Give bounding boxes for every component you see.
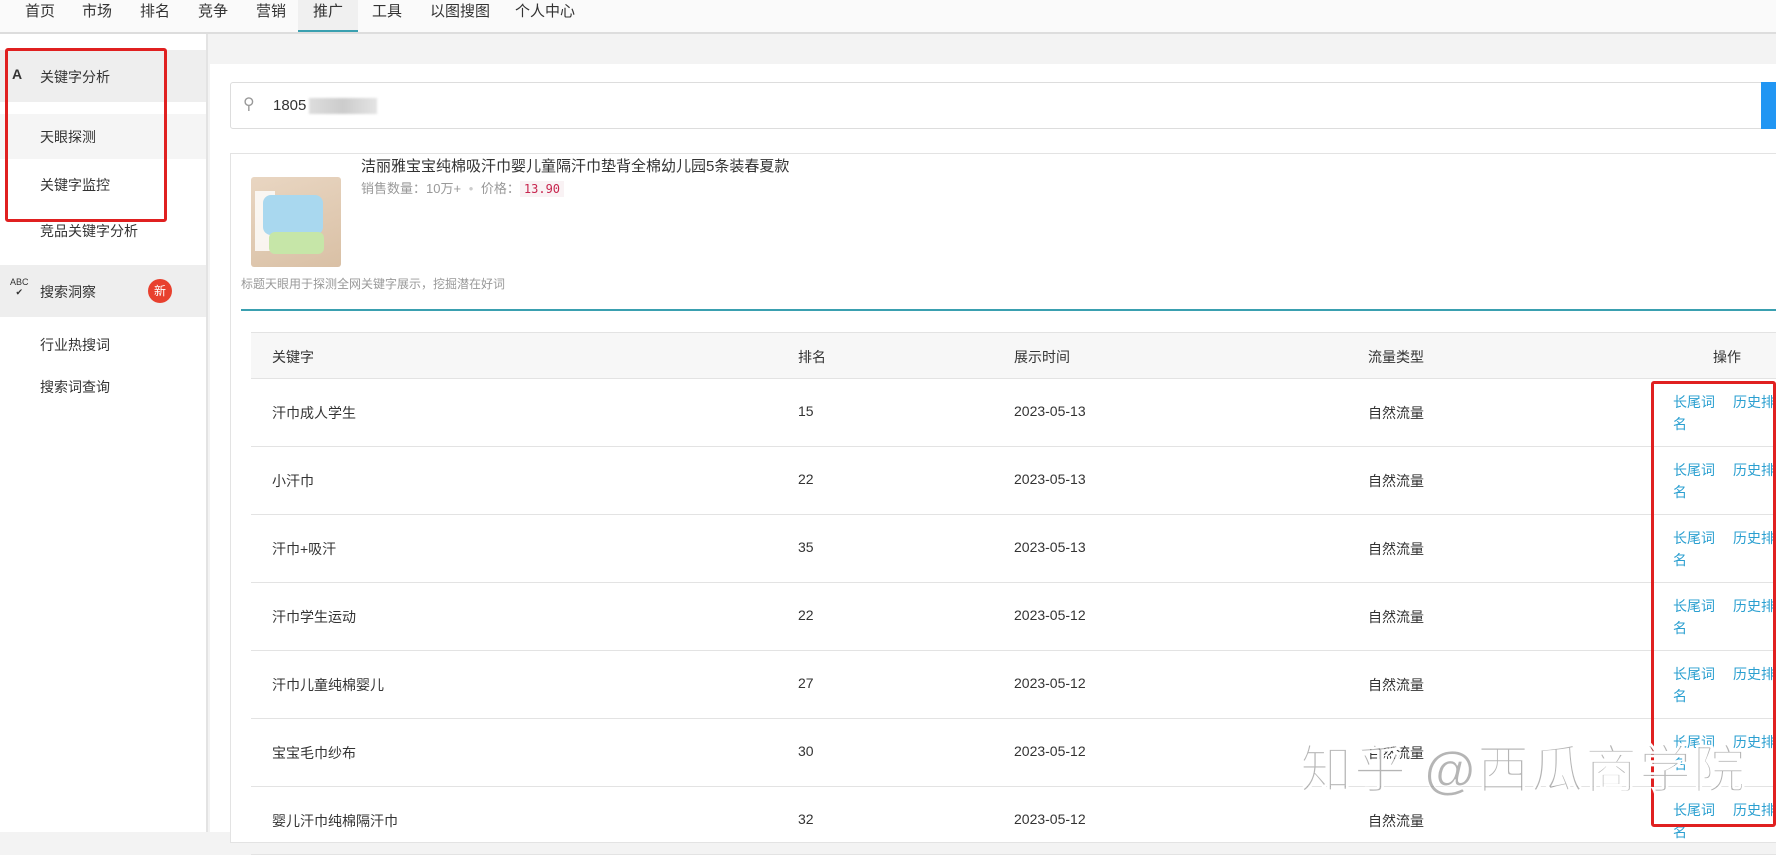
cell-type: 自然流量: [1368, 813, 1424, 829]
sidebar-group-search-insight[interactable]: ABC ✔ 搜索洞察 新: [0, 265, 206, 317]
cell-type: 自然流量: [1368, 473, 1424, 489]
cell-date: 2023-05-13: [1014, 539, 1086, 555]
table-row: 宝宝毛巾纱布 30 2023-05-12 自然流量 长尾词名 历史排名: [251, 719, 1776, 787]
cell-rank: 22: [798, 471, 814, 487]
sidebar-group-label: 搜索洞察: [40, 284, 96, 300]
longtail-link[interactable]: 长尾词名: [1673, 527, 1719, 571]
longtail-link[interactable]: 长尾词名: [1673, 391, 1719, 435]
cell-rank: 30: [798, 743, 814, 759]
sidebar-item-keyword-monitor[interactable]: 关键字监控: [0, 162, 206, 207]
redacted-blur: [309, 98, 377, 114]
nav-item[interactable]: 个人中心: [515, 0, 575, 32]
product-image: [251, 177, 341, 267]
col-rank: 排名: [798, 349, 826, 365]
search-button[interactable]: [1761, 82, 1776, 129]
cell-date: 2023-05-12: [1014, 607, 1086, 623]
cell-date: 2023-05-12: [1014, 743, 1086, 759]
longtail-link[interactable]: 长尾词名: [1673, 595, 1719, 639]
search-value: 1805: [273, 97, 307, 114]
table-header: 关键字 排名 展示时间 流量类型 操作: [251, 332, 1776, 379]
cell-keyword: 汗巾学生运动: [272, 609, 356, 625]
history-rank-link[interactable]: 历史排名: [1733, 459, 1776, 481]
sidebar: A 关键字分析 天眼探测 关键字监控 竞品关键字分析 ABC ✔ 搜索洞察 新 行…: [0, 34, 208, 832]
product-title[interactable]: 洁丽雅宝宝纯棉吸汗巾婴儿童隔汗巾垫背全棉幼儿园5条装春夏款: [361, 155, 789, 176]
sidebar-group-keyword-analysis[interactable]: A 关键字分析: [0, 50, 206, 102]
longtail-link[interactable]: 长尾词名: [1673, 799, 1719, 843]
nav-item[interactable]: 市场: [82, 0, 112, 32]
history-rank-link[interactable]: 历史排名: [1733, 663, 1776, 685]
col-date: 展示时间: [1014, 349, 1070, 365]
cell-keyword: 汗巾+吸汗: [272, 541, 337, 557]
sidebar-item-label: 行业热搜词: [40, 337, 110, 353]
sidebar-item-label: 竞品关键字分析: [40, 223, 138, 239]
cell-type: 自然流量: [1368, 541, 1424, 557]
nav-item[interactable]: 推广: [298, 0, 358, 32]
cell-type: 自然流量: [1368, 677, 1424, 693]
cell-rank: 15: [798, 403, 814, 419]
cell-date: 2023-05-13: [1014, 403, 1086, 419]
nav-item[interactable]: 竞争: [198, 0, 228, 32]
cell-date: 2023-05-12: [1014, 811, 1086, 827]
nav-item[interactable]: 首页: [25, 0, 55, 32]
cell-rank: 32: [798, 811, 814, 827]
main-header-band: [210, 34, 1776, 64]
price: 13.90: [519, 181, 565, 197]
nav-item[interactable]: 营销: [256, 0, 286, 32]
sidebar-item-label: 搜索词查询: [40, 379, 110, 395]
sidebar-item-label: 天眼探测: [40, 129, 96, 145]
sidebar-item-competitor-keywords[interactable]: 竞品关键字分析: [0, 208, 206, 253]
search-icon: ⚲: [243, 96, 255, 113]
letter-a-icon: A: [12, 66, 23, 82]
new-badge: 新: [148, 279, 172, 303]
cell-keyword: 婴儿汗巾纯棉隔汗巾: [272, 813, 398, 829]
cell-keyword: 宝宝毛巾纱布: [272, 745, 356, 761]
longtail-link[interactable]: 长尾词名: [1673, 663, 1719, 707]
history-rank-link[interactable]: 历史排名: [1733, 391, 1776, 413]
nav-item[interactable]: 以图搜图: [430, 0, 490, 32]
sales-count: 10万+: [426, 181, 462, 196]
table-row: 汗巾学生运动 22 2023-05-12 自然流量 长尾词名 历史排名: [251, 583, 1776, 651]
top-nav: 首页 市场 排名 竞争 营销 推广 工具 以图搜图 个人中心: [0, 0, 1776, 34]
sidebar-item-label: 关键字监控: [40, 177, 110, 193]
sidebar-item-industry-hot[interactable]: 行业热搜词: [0, 324, 206, 364]
cell-type: 自然流量: [1368, 609, 1424, 625]
spellcheck-icon: ABC ✔: [10, 277, 29, 297]
col-type: 流量类型: [1368, 349, 1424, 365]
table-row: 婴儿汗巾纯棉隔汗巾 32 2023-05-12 自然流量 长尾词名 历史排名: [251, 787, 1776, 855]
cell-type: 自然流量: [1368, 745, 1424, 761]
history-rank-link[interactable]: 历史排名: [1733, 595, 1776, 617]
col-keyword: 关键字: [272, 349, 314, 365]
history-rank-link[interactable]: 历史排名: [1733, 799, 1776, 821]
cell-date: 2023-05-12: [1014, 675, 1086, 691]
hint-text: 标题天眼用于探测全网关键字展示，挖掘潜在好词: [241, 277, 506, 291]
longtail-link[interactable]: 长尾词名: [1673, 459, 1719, 503]
cell-type: 自然流量: [1368, 405, 1424, 421]
cell-keyword: 汗巾儿童纯棉婴儿: [272, 677, 384, 693]
cell-rank: 35: [798, 539, 814, 555]
history-rank-link[interactable]: 历史排名: [1733, 731, 1776, 753]
cell-rank: 22: [798, 607, 814, 623]
table-row: 汗巾儿童纯棉婴儿 27 2023-05-12 自然流量 长尾词名 历史排名: [251, 651, 1776, 719]
sidebar-item-tianyan[interactable]: 天眼探测: [0, 114, 206, 159]
sidebar-group-label: 关键字分析: [40, 69, 110, 85]
product-meta: 销售数量：10万+ • 价格： 13.90: [361, 178, 565, 197]
table-row: 汗巾成人学生 15 2023-05-13 自然流量 长尾词名 历史排名: [251, 379, 1776, 447]
search-input[interactable]: ⚲ 1805: [230, 82, 1776, 129]
cell-date: 2023-05-13: [1014, 471, 1086, 487]
col-actions: 操作: [1713, 349, 1741, 365]
table-row: 汗巾+吸汗 35 2023-05-13 自然流量 长尾词名 历史排名: [251, 515, 1776, 583]
divider: [241, 309, 1776, 311]
cell-rank: 27: [798, 675, 814, 691]
longtail-link[interactable]: 长尾词名: [1673, 731, 1719, 775]
cell-keyword: 小汗巾: [272, 473, 314, 489]
cell-keyword: 汗巾成人学生: [272, 405, 356, 421]
nav-item[interactable]: 工具: [372, 0, 402, 32]
nav-item[interactable]: 排名: [140, 0, 170, 32]
sidebar-item-search-query[interactable]: 搜索词查询: [0, 366, 206, 406]
history-rank-link[interactable]: 历史排名: [1733, 527, 1776, 549]
table-row: 小汗巾 22 2023-05-13 自然流量 长尾词名 历史排名: [251, 447, 1776, 515]
